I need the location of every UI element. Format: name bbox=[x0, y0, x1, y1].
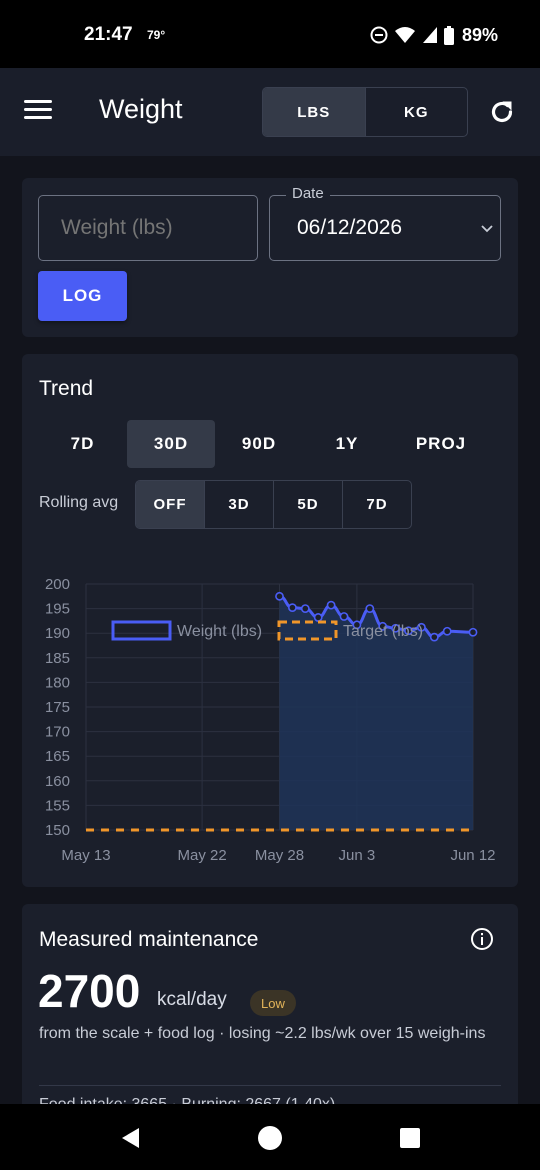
log-button[interactable]: LOG bbox=[38, 271, 127, 321]
status-time: 21:47 bbox=[84, 24, 133, 45]
status-bar: 21:47 79° 89% bbox=[0, 0, 540, 68]
weight-data-point bbox=[287, 603, 297, 613]
wifi-icon bbox=[395, 27, 415, 43]
menu-icon[interactable] bbox=[24, 100, 52, 124]
trend-card: Trend 7D 30D 90D 1Y PROJ Rolling avg OFF… bbox=[22, 354, 518, 887]
weight-data-point bbox=[339, 612, 349, 621]
x-tick-label: May 28 bbox=[255, 847, 304, 864]
status-temperature: 79° bbox=[147, 28, 166, 42]
weight-input[interactable] bbox=[38, 195, 258, 261]
date-label: Date bbox=[286, 185, 330, 202]
weight-data-point bbox=[468, 627, 478, 637]
y-tick-label: 195 bbox=[45, 601, 70, 618]
legend-label-target: Target (lbs) bbox=[343, 623, 423, 640]
battery-percent: 89% bbox=[462, 24, 499, 45]
home-icon[interactable] bbox=[257, 1125, 283, 1151]
legend-label-weight: Weight (lbs) bbox=[177, 623, 262, 640]
cell-signal-icon bbox=[423, 27, 437, 43]
maintenance-card: Measured maintenance 2700 kcal/day Low f… bbox=[22, 904, 518, 1104]
confidence-badge: Low bbox=[250, 990, 296, 1016]
date-value: 06/12/2026 bbox=[297, 216, 403, 239]
x-tick-label: May 22 bbox=[177, 847, 226, 864]
maintenance-description: from the scale + food log · losing ~2.2 … bbox=[39, 1025, 486, 1042]
weight-data-point bbox=[429, 632, 439, 642]
maintenance-title: Measured maintenance bbox=[39, 928, 259, 951]
maintenance-detail-line: Food intake: 3665 · Burning: 2667 (1.40x… bbox=[39, 1096, 335, 1104]
maintenance-value: 2700 bbox=[38, 965, 141, 1017]
unit-option-lbs[interactable]: LBS bbox=[263, 88, 365, 136]
x-tick-label: Jun 12 bbox=[450, 847, 495, 864]
weight-data-point bbox=[365, 604, 375, 613]
unit-option-kg[interactable]: KG bbox=[364, 88, 468, 136]
refresh-icon[interactable] bbox=[488, 98, 516, 126]
info-icon[interactable] bbox=[470, 927, 494, 951]
maintenance-unit: kcal/day bbox=[157, 989, 227, 1010]
weight-data-point bbox=[326, 600, 336, 610]
y-tick-label: 190 bbox=[45, 625, 70, 642]
system-nav-bar bbox=[0, 1104, 540, 1170]
weight-data-point bbox=[313, 613, 323, 622]
divider bbox=[39, 1085, 501, 1086]
do-not-disturb-icon bbox=[370, 26, 388, 44]
app-screen: Weight LBS KG Date 06/12/2026 LOG Trend … bbox=[0, 68, 540, 1104]
weight-entry-card: Date 06/12/2026 LOG bbox=[22, 178, 518, 337]
x-tick-label: May 13 bbox=[61, 847, 110, 864]
weight-data-point bbox=[300, 604, 310, 613]
recents-icon[interactable] bbox=[399, 1127, 421, 1149]
y-tick-label: 165 bbox=[45, 748, 70, 765]
date-select[interactable]: Date 06/12/2026 bbox=[269, 185, 501, 261]
unit-toggle: LBS KG bbox=[262, 87, 468, 137]
page-title: Weight bbox=[99, 94, 183, 124]
y-tick-label: 185 bbox=[45, 650, 70, 667]
y-tick-label: 160 bbox=[45, 773, 70, 790]
status-icons: 89% bbox=[370, 24, 498, 46]
legend-swatch-weight bbox=[111, 620, 172, 641]
y-tick-label: 200 bbox=[45, 576, 70, 593]
battery-icon bbox=[444, 25, 454, 45]
app-bar: Weight LBS KG bbox=[0, 68, 540, 156]
back-icon[interactable] bbox=[119, 1126, 141, 1150]
y-tick-label: 180 bbox=[45, 674, 70, 691]
y-tick-label: 175 bbox=[45, 699, 70, 716]
y-tick-label: 155 bbox=[45, 797, 70, 814]
x-tick-label: Jun 3 bbox=[339, 847, 376, 864]
weight-trend-chart: 200 195 190 185 180 175 170 165 160 155 150 May 13 M… bbox=[45, 576, 496, 864]
weight-data-point bbox=[275, 591, 284, 601]
y-tick-label: 170 bbox=[45, 724, 70, 741]
chevron-down-icon bbox=[481, 225, 493, 233]
weight-data-point bbox=[442, 626, 452, 636]
y-tick-label: 150 bbox=[45, 822, 70, 839]
